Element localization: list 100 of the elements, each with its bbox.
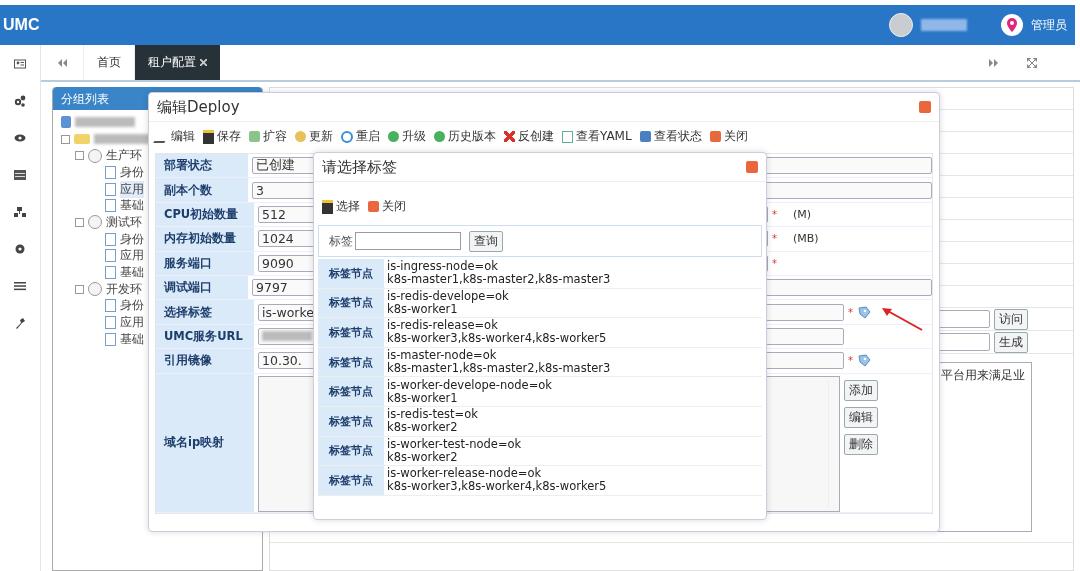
tree-item[interactable]: 基础: [120, 330, 144, 348]
toolbar-button[interactable]: 反创建: [504, 128, 554, 145]
tab[interactable]: 租户配置: [134, 45, 220, 80]
document-icon: [105, 232, 116, 246]
document-icon: [105, 165, 116, 179]
tree-item[interactable]: 应用: [120, 314, 144, 332]
tree-item[interactable]: 身份: [120, 163, 144, 181]
close-icon[interactable]: [200, 59, 207, 66]
required-mark: *: [772, 233, 777, 245]
search-field[interactable]: [355, 232, 461, 250]
tag-option[interactable]: is-redis-test=ok k8s-worker2: [384, 406, 762, 436]
action-button[interactable]: 访问: [994, 308, 1028, 330]
search-label: 标签: [329, 232, 353, 250]
field-label: 选择标签: [156, 300, 254, 324]
tree-item[interactable]: 身份: [120, 230, 144, 248]
unit-label: (MB): [793, 232, 819, 246]
app-logo: UMC: [2, 16, 40, 34]
location-pin-icon[interactable]: [1001, 14, 1023, 36]
toolbar-button[interactable]: 选择: [322, 198, 360, 215]
tree-item[interactable]: 身份: [120, 297, 144, 315]
document-icon: [105, 316, 116, 330]
blurred-username: [921, 19, 967, 31]
table-icon[interactable]: [14, 169, 26, 181]
tree-item[interactable]: 应用: [120, 180, 144, 198]
document-icon: [105, 199, 116, 213]
document-icon: [105, 249, 116, 263]
eye-icon[interactable]: [14, 132, 26, 144]
blurred-text: [75, 117, 135, 128]
row-label: 标签节点: [318, 436, 384, 466]
field-label: 副本个数: [156, 178, 248, 202]
tree-item[interactable]: 基础: [120, 264, 144, 282]
fullscreen-icon[interactable]: [1027, 57, 1037, 68]
toolbar-button[interactable]: 扩容: [249, 128, 287, 145]
search-button[interactable]: 查询: [469, 230, 503, 252]
document-icon: [105, 299, 116, 313]
row-label: 标签节点: [318, 288, 384, 318]
sitemap-icon[interactable]: [14, 206, 26, 218]
row-label: 标签节点: [318, 466, 384, 495]
list-button[interactable]: 添加: [844, 379, 878, 401]
tree-item[interactable]: 基础: [120, 197, 144, 215]
field-label: 服务端口: [156, 251, 254, 275]
tag-option[interactable]: is-worker-test-node=ok k8s-worker2: [384, 436, 762, 466]
row-label: 标签节点: [318, 377, 384, 406]
wrench-icon[interactable]: [14, 317, 26, 329]
field-label: CPU初始数量: [156, 202, 254, 227]
menu-icon[interactable]: [14, 280, 26, 292]
field-label: UMC服务URL: [156, 324, 254, 349]
tag-option[interactable]: is-redis-release=ok k8s-worker3,k8s-worker4,k8s-worker5: [384, 318, 762, 347]
scroll-left-icon[interactable]: [57, 58, 67, 67]
list-button[interactable]: 编辑: [844, 406, 878, 428]
blurred-text: [262, 331, 312, 342]
tree-item[interactable]: 开发环: [106, 280, 142, 298]
field-label: 内存初始数量: [156, 227, 254, 251]
toolbar-button[interactable]: 查看YAML: [562, 128, 632, 145]
row-label: 标签节点: [318, 318, 384, 347]
field-label: 调试端口: [156, 275, 248, 300]
document-icon: [105, 332, 116, 346]
toolbar-button[interactable]: 关闭: [709, 128, 748, 145]
required-mark: *: [848, 306, 853, 318]
gears-icon[interactable]: [14, 95, 26, 107]
row-label: 标签节点: [318, 259, 384, 288]
row-label: 标签节点: [318, 406, 384, 436]
tag-option[interactable]: is-worker-release-node=ok k8s-worker3,k8s-worker4,k8s-worker5: [384, 466, 762, 495]
disc-icon: [88, 215, 102, 230]
document-icon: [105, 266, 116, 280]
toolbar-button[interactable]: 查看状态: [639, 128, 702, 145]
tag-picker-icon[interactable]: [857, 305, 871, 319]
field-label: 引用镜像: [156, 349, 254, 373]
tag-option[interactable]: is-master-node=ok k8s-master1,k8s-master2,k8s-master3: [384, 347, 762, 377]
row-label: 标签节点: [318, 347, 384, 377]
toolbar-button[interactable]: 保存: [203, 128, 241, 145]
id-card-icon[interactable]: [14, 58, 26, 70]
collapse-icon[interactable]: [75, 217, 84, 227]
tag-option[interactable]: is-redis-develope=ok k8s-worker1: [384, 288, 762, 318]
tag-picker-icon[interactable]: [857, 354, 871, 368]
toolbar-button[interactable]: 历史版本: [434, 128, 496, 145]
document-icon: [105, 182, 116, 196]
collapse-icon[interactable]: [75, 284, 84, 294]
field-label: 域名ip映射: [156, 373, 254, 512]
toolbar-button[interactable]: 升级: [388, 128, 426, 145]
disc-icon: [88, 282, 102, 297]
disc-icon: [88, 148, 102, 163]
tree-item[interactable]: 应用: [120, 247, 144, 265]
tree-item[interactable]: 测试环: [106, 213, 142, 231]
scroll-right-icon[interactable]: [989, 58, 999, 67]
tag-option[interactable]: is-worker-develope-node=ok k8s-worker1: [384, 377, 762, 406]
toolbar-button[interactable]: 关闭: [368, 198, 406, 215]
tree-item[interactable]: 生产环: [106, 147, 142, 165]
required-mark: *: [772, 257, 777, 269]
avatar-icon[interactable]: [889, 13, 913, 37]
unit-label: (M): [793, 207, 812, 221]
action-button[interactable]: 生成: [994, 331, 1028, 353]
toolbar-button[interactable]: 重启: [341, 128, 380, 145]
required-mark: *: [772, 208, 777, 220]
tag-option[interactable]: is-ingress-node=ok k8s-master1,k8s-master2,k8s-master3: [384, 259, 762, 288]
required-mark: *: [848, 355, 853, 367]
user-role[interactable]: 管理员: [1031, 16, 1067, 34]
toolbar-button[interactable]: 更新: [295, 128, 333, 145]
list-button[interactable]: 删除: [844, 433, 878, 455]
gear-icon[interactable]: [14, 243, 26, 255]
